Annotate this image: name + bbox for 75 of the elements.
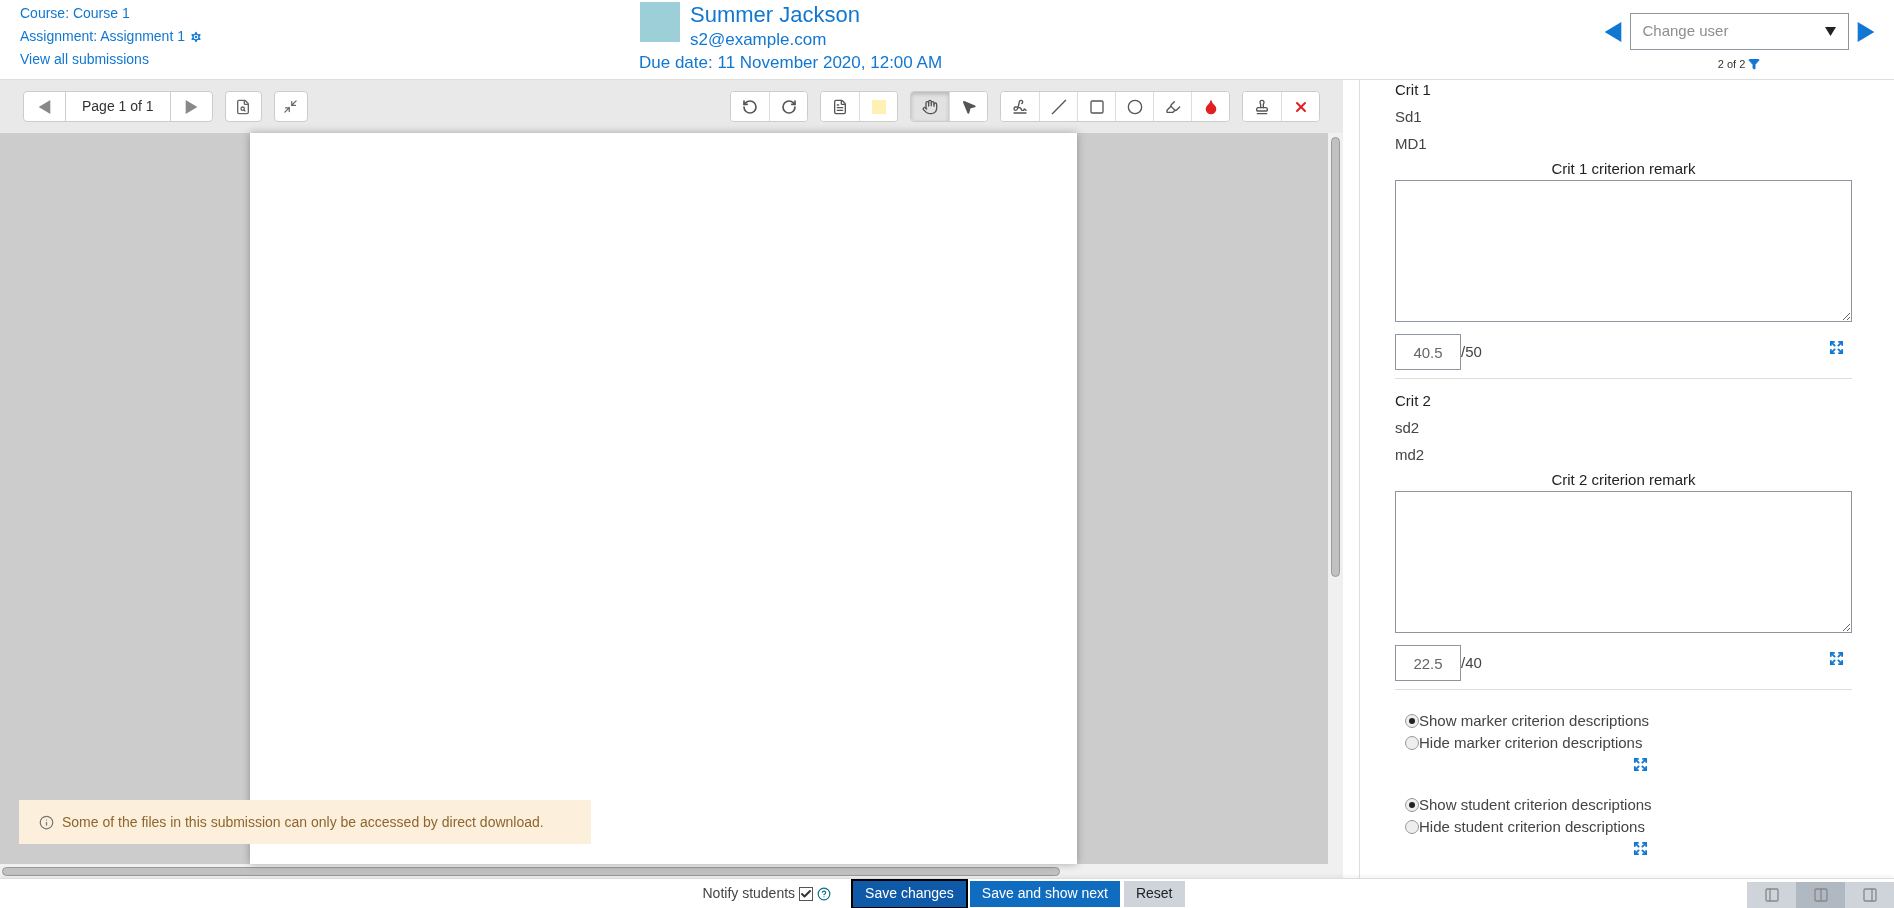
course-link[interactable]: Course: Course 1 [20, 3, 130, 24]
tool-button[interactable] [769, 92, 807, 121]
marker-description: md2 [1395, 445, 1426, 465]
criterion-name: Crit 2 [1395, 391, 1432, 411]
student-description: Sd1 [1395, 107, 1423, 127]
user-name: Summer Jackson [690, 1, 860, 29]
remark-field[interactable] [1395, 491, 1852, 633]
stamp-icon [1254, 98, 1270, 115]
left-triangle-icon [38, 99, 51, 114]
score-field[interactable]: 22.5 [1395, 645, 1461, 681]
tool-button[interactable] [1191, 92, 1229, 121]
max-score: /50 [1461, 341, 1482, 362]
action-button[interactable]: Reset [1123, 880, 1185, 907]
layout-icon [1861, 887, 1878, 903]
pointer-icon [960, 98, 977, 115]
radio-button[interactable] [1405, 736, 1419, 750]
photo-placeholder [640, 2, 680, 42]
layout-icon [1812, 887, 1829, 903]
radio-button[interactable] [1405, 798, 1419, 812]
marker-description: MD1 [1395, 134, 1428, 154]
due-date: Due date: 11 November 2020, 12:00 AM [639, 52, 943, 74]
filter-icon[interactable] [1748, 58, 1761, 71]
help-icon[interactable] [817, 886, 832, 901]
highlighter-icon [1164, 98, 1181, 115]
settings-icon[interactable] [189, 29, 203, 44]
change-user-select[interactable]: Change user [1629, 13, 1849, 50]
action-button[interactable]: Save changes [853, 880, 966, 907]
line-icon [1050, 98, 1067, 115]
radio-option[interactable]: Hide marker criterion descriptions [1405, 732, 1852, 754]
user-email: s2@example.com [690, 29, 828, 51]
tool-button[interactable] [949, 92, 987, 121]
rotate-right-icon [780, 98, 797, 115]
radio-option[interactable]: Show marker criterion descriptions [1405, 710, 1852, 732]
comment-icon [832, 98, 848, 115]
rectangle-icon [1088, 98, 1105, 115]
expand-icon[interactable] [1633, 757, 1648, 772]
radio-button[interactable] [1405, 820, 1419, 834]
user-count: 2 of 2 [1717, 57, 1746, 72]
expand-button[interactable] [273, 91, 308, 122]
remark-label: Crit 2 criterion remark [1551, 470, 1696, 490]
view-all-submissions-link[interactable]: View all submissions [20, 49, 149, 70]
horizontal-scrollbar[interactable] [2, 866, 1060, 876]
notify-checkbox[interactable] [799, 886, 814, 901]
criterion-name: Crit 1 [1395, 80, 1432, 100]
expand-icon[interactable] [1633, 841, 1648, 856]
rotate-left-icon [742, 98, 758, 115]
tool-button[interactable] [911, 92, 949, 121]
vertical-scrollbar[interactable] [1331, 137, 1340, 577]
search-icon [235, 98, 252, 115]
notify-students-label: Notify students [702, 884, 796, 903]
next-user-icon [1856, 21, 1875, 42]
page-indicator: Page 1 of 1 [81, 97, 155, 116]
download-notice: Some of the files in this submission can only be accessed by direct download. [19, 800, 591, 844]
caret-icon [1824, 27, 1836, 36]
action-button[interactable]: Save and show next [969, 880, 1120, 907]
previous-user-icon [1603, 21, 1622, 42]
remark-field[interactable] [1395, 180, 1852, 322]
score-field[interactable]: 40.5 [1395, 334, 1461, 370]
info-icon [39, 814, 54, 830]
radio-button[interactable] [1405, 714, 1419, 728]
assignment-link[interactable]: Assignment: Assignment 1 [20, 26, 185, 47]
circle-icon [1126, 98, 1143, 115]
max-score: /40 [1461, 652, 1482, 673]
expand-icon[interactable] [1829, 650, 1844, 666]
student-description: sd2 [1395, 418, 1421, 438]
expand-icon[interactable] [1829, 339, 1844, 355]
hand-icon [922, 98, 938, 115]
pen-icon [1012, 98, 1028, 115]
search-comments-button[interactable] [224, 91, 262, 122]
remark-label: Crit 1 criterion remark [1551, 159, 1696, 179]
radio-option[interactable]: Show student criterion descriptions [1405, 794, 1852, 816]
right-triangle-icon [184, 99, 198, 114]
radio-option[interactable]: Hide student criterion descriptions [1405, 816, 1852, 838]
layout-icon [1763, 887, 1780, 903]
tool-button[interactable] [1281, 92, 1319, 121]
